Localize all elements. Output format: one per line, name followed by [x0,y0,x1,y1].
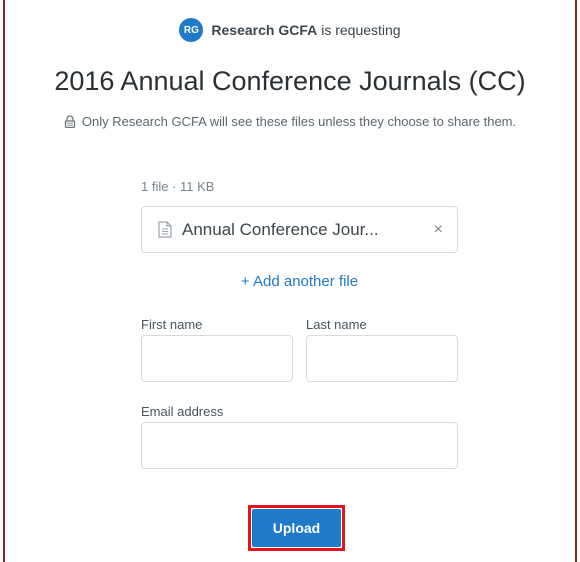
lock-icon [64,115,76,128]
last-name-field[interactable] [306,335,458,382]
page-title: 2016 Annual Conference Journals (CC) [54,66,526,96]
requesting-text: is requesting [321,22,401,38]
last-name-label: Last name [306,317,367,332]
email-label: Email address [141,404,224,419]
file-summary: 1 file · 11 KB [141,179,215,194]
file-item: Annual Conference Jour... × [141,206,458,253]
first-name-field[interactable] [141,335,293,382]
first-name-label: First name [141,317,203,332]
document-icon [158,221,172,238]
privacy-note: Only Research GCFA will see these files … [0,114,580,129]
upload-button[interactable]: Upload [252,509,341,547]
add-another-file-link[interactable]: + Add another file [141,273,458,290]
remove-file-icon[interactable]: × [434,221,443,239]
email-field[interactable] [141,422,458,469]
file-name: Annual Conference Jour... [182,219,379,239]
requester-name: Research GCFA [211,22,318,38]
privacy-text: Only Research GCFA will see these files … [81,114,517,129]
avatar: RG [179,18,204,42]
requester-line: RG Research GCFA is requesting [0,18,580,42]
